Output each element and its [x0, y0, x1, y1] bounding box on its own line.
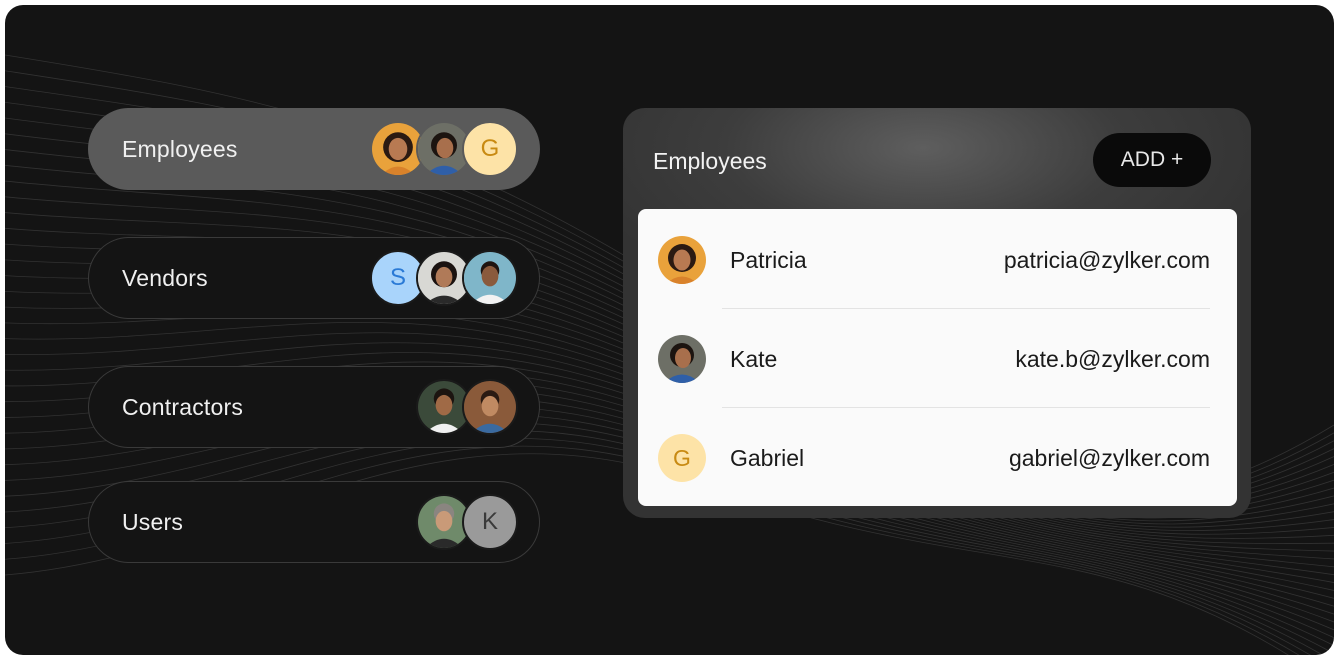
- list-item[interactable]: G Gabriel gabriel@zylker.com: [638, 407, 1237, 506]
- row-name: Kate: [730, 346, 778, 372]
- avatar-group: [416, 379, 518, 435]
- category-users[interactable]: Users K: [88, 481, 540, 563]
- category-label: Vendors: [122, 264, 208, 291]
- avatar-letter-k: K: [462, 494, 518, 550]
- add-button[interactable]: ADD +: [1093, 133, 1211, 187]
- avatar-patricia: [658, 236, 706, 284]
- category-employees[interactable]: Employees G: [88, 108, 540, 190]
- row-email: kate.b@zylker.com: [1015, 346, 1210, 372]
- category-label: Users: [122, 508, 184, 535]
- app-frame: Employees G Vendors S Contractors Users …: [5, 5, 1334, 655]
- category-contractors[interactable]: Contractors: [88, 366, 540, 448]
- avatar-group: S: [370, 250, 518, 306]
- avatar-vendor-man: [462, 250, 518, 306]
- employee-list: Patricia patricia@zylker.com Kate kate.b…: [638, 209, 1237, 506]
- row-name: Gabriel: [730, 445, 805, 471]
- row-name: Patricia: [730, 247, 807, 273]
- employees-panel: Employees ADD + Patricia patricia@zylker…: [623, 108, 1251, 518]
- avatar-kate: [658, 335, 706, 383]
- avatar-group: K: [416, 494, 518, 550]
- category-label: Contractors: [122, 393, 244, 420]
- row-email: patricia@zylker.com: [1003, 247, 1210, 273]
- category-label: Employees: [122, 135, 238, 162]
- category-vendors[interactable]: Vendors S: [88, 237, 540, 319]
- list-item[interactable]: Kate kate.b@zylker.com: [638, 308, 1237, 407]
- panel-title: Employees: [653, 148, 767, 174]
- avatar-letter-g: G: [658, 434, 706, 482]
- avatar-contractor-2: [462, 379, 518, 435]
- list-item[interactable]: Patricia patricia@zylker.com: [638, 209, 1237, 308]
- avatar-group: G: [370, 121, 518, 177]
- avatar-letter-g: G: [462, 121, 518, 177]
- row-email: gabriel@zylker.com: [1008, 445, 1210, 471]
